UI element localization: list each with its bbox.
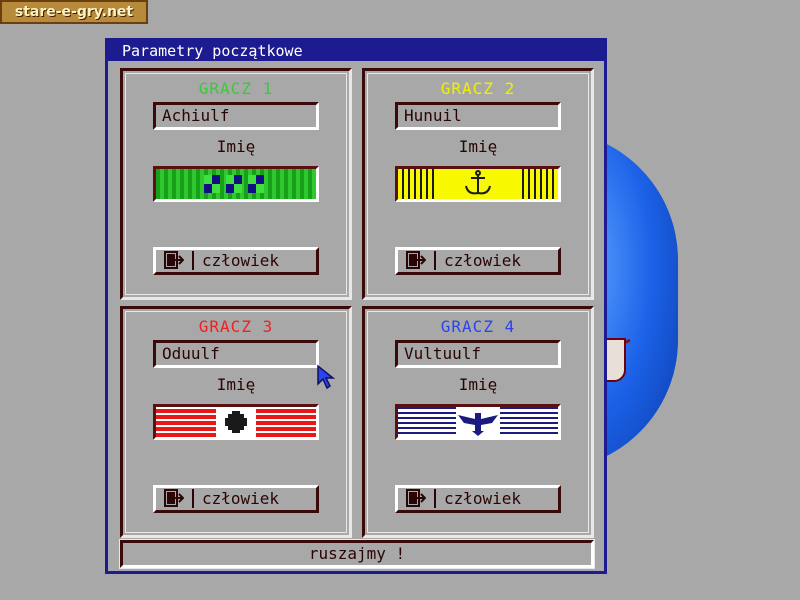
player-1-type-button[interactable]: człowiek <box>153 247 319 275</box>
player-2-banner-pattern <box>438 169 518 199</box>
player-4-type-button[interactable]: człowiek <box>395 485 561 513</box>
player-4-name-label: Imię <box>458 375 498 394</box>
player-2-panel: GRACZ 2 Hunuil Imię człowiek <box>362 68 594 300</box>
player-2-type-label: człowiek <box>444 251 522 270</box>
start-parameters-dialog: Parametry początkowe GRACZ 1 Achiulf Imi… <box>105 38 607 574</box>
player-2-type-separator <box>434 251 436 270</box>
player-1-title: GRACZ 1 <box>198 79 274 98</box>
player-type-toggle-icon <box>164 489 184 507</box>
player-3-title: GRACZ 3 <box>198 317 274 336</box>
player-3-banner-pattern <box>216 407 256 437</box>
player-3-banner[interactable] <box>153 404 319 440</box>
player-type-toggle-icon <box>164 251 184 269</box>
player-4-banner[interactable] <box>395 404 561 440</box>
dialog-title: Parametry początkowe <box>108 41 604 61</box>
player-2-name-field[interactable]: Hunuil <box>395 102 561 130</box>
player-2-title: GRACZ 2 <box>440 79 516 98</box>
player-4-banner-pattern <box>456 407 500 437</box>
player-1-name-label: Imię <box>216 137 256 156</box>
player-1-type-separator <box>192 251 194 270</box>
player-2-type-button[interactable]: człowiek <box>395 247 561 275</box>
player-1-banner[interactable] <box>153 166 319 202</box>
player-2-banner[interactable] <box>395 166 561 202</box>
player-type-toggle-icon <box>406 489 426 507</box>
player-1-panel: GRACZ 1 Achiulf Imię człowiek <box>120 68 352 300</box>
player-3-type-label: człowiek <box>202 489 280 508</box>
player-4-title: GRACZ 4 <box>440 317 516 336</box>
site-watermark: stare-e-gry.net <box>0 0 148 24</box>
start-game-button[interactable]: ruszajmy ! <box>119 539 595 569</box>
mouse-cursor-icon <box>317 364 336 390</box>
player-4-type-label: człowiek <box>444 489 522 508</box>
player-4-name-field[interactable]: Vultuulf <box>395 340 561 368</box>
player-1-name-field[interactable]: Achiulf <box>153 102 319 130</box>
player-1-banner-pattern <box>204 175 264 193</box>
player-3-panel: GRACZ 3 Oduulf Imię człowiek <box>120 306 352 538</box>
player-type-toggle-icon <box>406 251 426 269</box>
player-3-type-button[interactable]: człowiek <box>153 485 319 513</box>
player-4-type-separator <box>434 489 436 508</box>
player-1-type-label: człowiek <box>202 251 280 270</box>
cross-emblem-icon <box>225 411 247 433</box>
player-3-type-separator <box>192 489 194 508</box>
player-3-name-field[interactable]: Oduulf <box>153 340 319 368</box>
player-4-panel: GRACZ 4 Vultuulf Imię człowiek <box>362 306 594 538</box>
player-2-name-label: Imię <box>458 137 498 156</box>
